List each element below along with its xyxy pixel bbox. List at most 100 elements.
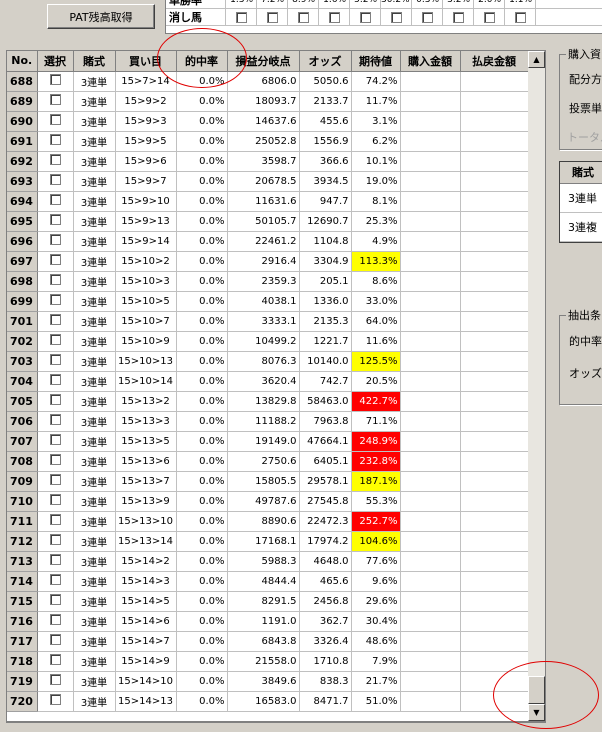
table-row[interactable]: 704 3連単 15>10>14 0.0% 3620.4 742.7 20.5% — [7, 371, 529, 392]
table-row[interactable]: 712 3連単 15>13>14 0.0% 17168.1 17974.2 104.6% — [7, 531, 529, 552]
col-header-expected-value[interactable]: 期待値 — [351, 51, 401, 72]
scratch-checkbox[interactable] — [235, 11, 247, 23]
table-row[interactable]: 692 3連単 15>9>6 0.0% 3598.7 366.6 10.1% — [7, 151, 529, 172]
select-checkbox[interactable] — [49, 694, 61, 705]
select-checkbox[interactable] — [49, 274, 61, 285]
table-row[interactable]: 720 3連単 15>14>13 0.0% 16583.0 8471.7 51.0% — [7, 691, 529, 712]
col-header-combination[interactable]: 買い目 — [115, 51, 177, 72]
table-row[interactable]: 718 3連単 15>14>9 0.0% 21558.0 1710.8 7.9% — [7, 651, 529, 672]
purchase-amount-cell[interactable] — [400, 591, 461, 612]
purchase-amount-cell[interactable] — [400, 631, 461, 652]
select-checkbox[interactable] — [49, 634, 61, 645]
select-checkbox[interactable] — [49, 674, 61, 685]
col-header-breakeven[interactable]: 損益分岐点 — [227, 51, 300, 72]
table-row[interactable]: 693 3連単 15>9>7 0.0% 20678.5 3934.5 19.0% — [7, 171, 529, 192]
table-row[interactable]: 690 3連単 15>9>3 0.0% 14637.6 455.6 3.1% — [7, 111, 529, 132]
table-row[interactable]: 713 3連単 15>14>2 0.0% 5988.3 4648.0 77.6% — [7, 551, 529, 572]
col-header-purchase-amount[interactable]: 購入金額 — [400, 51, 461, 72]
select-checkbox[interactable] — [49, 294, 61, 305]
select-checkbox[interactable] — [49, 114, 61, 125]
col-header-odds[interactable]: オッズ — [299, 51, 352, 72]
select-checkbox[interactable] — [49, 214, 61, 225]
col-header-select[interactable]: 選択 — [37, 51, 74, 72]
select-checkbox[interactable] — [49, 154, 61, 165]
table-row[interactable]: 716 3連単 15>14>6 0.0% 1191.0 362.7 30.4% — [7, 611, 529, 632]
pat-balance-button[interactable]: PAT残高取得 — [47, 4, 155, 29]
col-header-payout-amount[interactable]: 払戻金額 — [460, 51, 529, 72]
table-row[interactable]: 706 3連単 15>13>3 0.0% 11188.2 7963.8 71.1% — [7, 411, 529, 432]
table-row[interactable]: 703 3連単 15>10>13 0.0% 8076.3 10140.0 125.5% — [7, 351, 529, 372]
grid-vertical-scrollbar[interactable]: ▲ ▼ — [528, 51, 545, 721]
col-header-hit-rate[interactable]: 的中率 — [176, 51, 228, 72]
table-row[interactable]: 688 3連単 15>7>14 0.0% 6806.0 5050.6 74.2% — [7, 71, 529, 92]
table-row[interactable]: 695 3連単 15>9>13 0.0% 50105.7 12690.7 25.3% — [7, 211, 529, 232]
select-checkbox[interactable] — [49, 414, 61, 425]
table-row[interactable]: 696 3連単 15>9>14 0.0% 22461.2 1104.8 4.9% — [7, 231, 529, 252]
select-checkbox[interactable] — [49, 314, 61, 325]
purchase-amount-cell[interactable] — [400, 451, 461, 472]
scratch-checkbox[interactable] — [452, 11, 464, 23]
table-row[interactable]: 705 3連単 15>13>2 0.0% 13829.8 58463.0 422.7% — [7, 391, 529, 412]
purchase-amount-cell[interactable] — [400, 611, 461, 632]
select-checkbox[interactable] — [49, 454, 61, 465]
table-row[interactable]: 697 3連単 15>10>2 0.0% 2916.4 3304.9 113.3% — [7, 251, 529, 272]
select-checkbox[interactable] — [49, 594, 61, 605]
scratch-checkbox[interactable] — [297, 11, 309, 23]
purchase-amount-cell[interactable] — [400, 271, 461, 292]
scratch-checkbox[interactable] — [328, 11, 340, 23]
select-checkbox[interactable] — [49, 514, 61, 525]
select-checkbox[interactable] — [49, 434, 61, 445]
select-checkbox[interactable] — [49, 354, 61, 365]
purchase-amount-cell[interactable] — [400, 371, 461, 392]
purchase-amount-cell[interactable] — [400, 211, 461, 232]
select-checkbox[interactable] — [49, 174, 61, 185]
purchase-amount-cell[interactable] — [400, 651, 461, 672]
select-checkbox[interactable] — [49, 394, 61, 405]
purchase-amount-cell[interactable] — [400, 431, 461, 452]
select-checkbox[interactable] — [49, 94, 61, 105]
select-checkbox[interactable] — [49, 614, 61, 625]
scratch-checkbox[interactable] — [421, 11, 433, 23]
col-header-bet-type[interactable]: 賭式 — [73, 51, 116, 72]
select-checkbox[interactable] — [49, 534, 61, 545]
purchase-amount-cell[interactable] — [400, 391, 461, 412]
purchase-amount-cell[interactable] — [400, 151, 461, 172]
purchase-amount-cell[interactable] — [400, 471, 461, 492]
table-row[interactable]: 709 3連単 15>13>7 0.0% 15805.5 29578.1 187.1% — [7, 471, 529, 492]
purchase-amount-cell[interactable] — [400, 671, 461, 692]
select-checkbox[interactable] — [49, 74, 61, 85]
table-row[interactable]: 698 3連単 15>10>3 0.0% 2359.3 205.1 8.6% — [7, 271, 529, 292]
table-row[interactable]: 719 3連単 15>14>10 0.0% 3849.6 838.3 21.7% — [7, 671, 529, 692]
purchase-amount-cell[interactable] — [400, 191, 461, 212]
table-row[interactable]: 699 3連単 15>10>5 0.0% 4038.1 1336.0 33.0% — [7, 291, 529, 312]
select-checkbox[interactable] — [49, 574, 61, 585]
purchase-amount-cell[interactable] — [400, 311, 461, 332]
select-checkbox[interactable] — [49, 554, 61, 565]
table-row[interactable]: 694 3連単 15>9>10 0.0% 11631.6 947.7 8.1% — [7, 191, 529, 212]
table-row[interactable]: 708 3連単 15>13>6 0.0% 2750.6 6405.1 232.8% — [7, 451, 529, 472]
table-row[interactable]: 701 3連単 15>10>7 0.0% 3333.1 2135.3 64.0% — [7, 311, 529, 332]
bet-type-row-trifecta[interactable]: 3連単 — [560, 184, 602, 213]
purchase-amount-cell[interactable] — [400, 251, 461, 272]
purchase-amount-cell[interactable] — [400, 131, 461, 152]
table-row[interactable]: 711 3連単 15>13>10 0.0% 8890.6 22472.3 252.7% — [7, 511, 529, 532]
select-checkbox[interactable] — [49, 374, 61, 385]
purchase-amount-cell[interactable] — [400, 111, 461, 132]
purchase-amount-cell[interactable] — [400, 551, 461, 572]
purchase-amount-cell[interactable] — [400, 531, 461, 552]
select-checkbox[interactable] — [49, 194, 61, 205]
select-checkbox[interactable] — [49, 234, 61, 245]
scratch-checkbox[interactable] — [359, 11, 371, 23]
scroll-down-button[interactable]: ▼ — [528, 704, 545, 721]
scratch-checkbox[interactable] — [514, 11, 526, 23]
scratch-checkbox[interactable] — [390, 11, 402, 23]
purchase-amount-cell[interactable] — [400, 231, 461, 252]
purchase-amount-cell[interactable] — [400, 331, 461, 352]
purchase-amount-cell[interactable] — [400, 291, 461, 312]
bet-type-row-trio[interactable]: 3連複 — [560, 213, 602, 242]
table-row[interactable]: 691 3連単 15>9>5 0.0% 25052.8 1556.9 6.2% — [7, 131, 529, 152]
purchase-amount-cell[interactable] — [400, 351, 461, 372]
table-row[interactable]: 717 3連単 15>14>7 0.0% 6843.8 3326.4 48.6% — [7, 631, 529, 652]
col-header-no[interactable]: No. — [7, 51, 38, 72]
select-checkbox[interactable] — [49, 334, 61, 345]
